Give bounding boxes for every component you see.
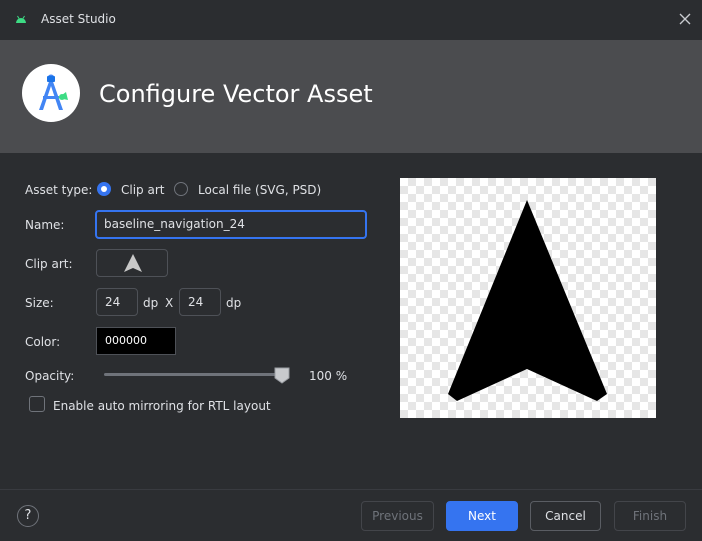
name-label: Name: [25,218,65,232]
opacity-slider-thumb[interactable] [274,367,290,384]
clip-art-button[interactable] [96,249,168,277]
close-icon[interactable] [676,10,694,28]
size-height-input[interactable]: 24 [179,288,221,316]
asset-type-label: Asset type: [25,183,93,197]
opacity-label: Opacity: [25,369,75,383]
android-studio-logo [22,64,80,122]
next-button[interactable]: Next [446,501,518,531]
help-button[interactable]: ? [17,505,39,527]
finish-button[interactable]: Finish [614,501,686,531]
size-separator: X [165,296,174,310]
header-banner: Configure Vector Asset [0,40,702,153]
color-swatch[interactable]: 000000 [96,327,176,355]
title-bar: Asset Studio [0,0,702,40]
size-height-unit: dp [226,296,242,310]
cancel-button[interactable]: Cancel [530,501,601,531]
size-label: Size: [25,296,54,310]
radio-clip-art[interactable] [97,182,111,196]
opacity-slider-track[interactable] [104,373,286,376]
name-input[interactable]: baseline_navigation_24 [95,210,367,239]
opacity-value: 100 % [309,369,348,383]
window-title: Asset Studio [41,12,116,26]
color-label: Color: [25,335,61,349]
asset-preview [400,178,656,418]
navigation-arrow-icon [448,200,607,401]
radio-local-file[interactable] [174,182,188,196]
android-icon [16,15,26,23]
size-width-input[interactable]: 24 [96,288,138,316]
android-studio-icon [39,74,68,110]
clip-art-label: Clip art: [25,257,73,271]
size-width-unit: dp [143,296,159,310]
previous-button[interactable]: Previous [361,501,434,531]
rtl-mirroring-label[interactable]: Enable auto mirroring for RTL layout [53,399,271,413]
footer-divider [0,489,702,490]
rtl-mirroring-checkbox[interactable] [29,396,45,412]
navigation-arrow-icon [124,254,142,272]
page-heading: Configure Vector Asset [99,80,373,108]
radio-clip-art-label[interactable]: Clip art [121,183,164,197]
radio-local-file-label[interactable]: Local file (SVG, PSD) [198,183,321,197]
